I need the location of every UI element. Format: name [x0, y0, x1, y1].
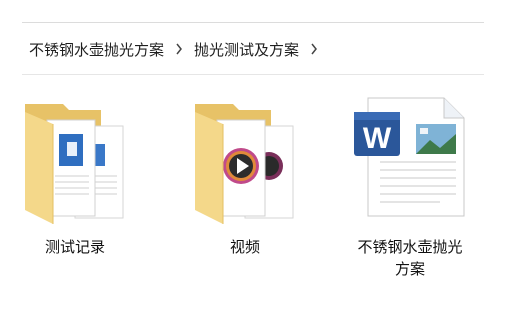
file-name-line2: 方案 — [394, 260, 425, 278]
folder-icon — [5, 90, 145, 230]
file-item-word-document[interactable]: W 不锈钢水壶抛光 方案 — [340, 90, 480, 290]
chevron-right-icon[interactable] — [301, 43, 327, 55]
file-name-line1: 不锈钢水壶抛光 — [357, 238, 463, 256]
file-item-video[interactable]: 视频 — [175, 90, 315, 290]
breadcrumb-divider — [22, 74, 484, 75]
folder-icon — [175, 90, 315, 230]
svg-text:W: W — [363, 122, 392, 155]
file-item-test-records[interactable]: 测试记录 — [5, 90, 145, 290]
chevron-right-icon[interactable] — [166, 43, 192, 55]
word-document-icon: W — [340, 90, 480, 230]
breadcrumb-item-current[interactable]: 抛光测试及方案 — [192, 39, 301, 60]
breadcrumb-item-root[interactable]: 不锈钢水壶抛光方案 — [27, 39, 166, 60]
file-name: 视频 — [229, 238, 260, 256]
top-divider — [22, 22, 484, 23]
file-name: 测试记录 — [44, 238, 105, 256]
breadcrumb: 不锈钢水壶抛光方案 抛光测试及方案 — [27, 38, 327, 60]
